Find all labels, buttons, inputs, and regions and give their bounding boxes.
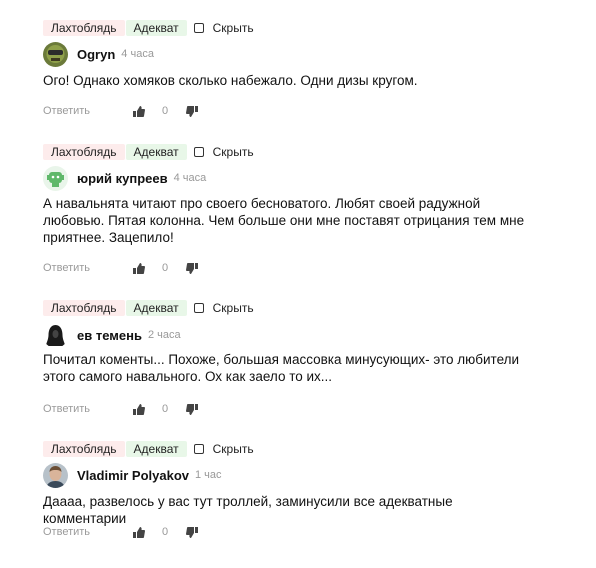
hide-checkbox[interactable] [193, 23, 204, 33]
thumbs-down-icon[interactable] [186, 403, 199, 416]
reply-button[interactable]: Ответить [43, 526, 132, 538]
author-row: Ogryn 4 часа [43, 41, 154, 67]
tag-lakhtoblyad[interactable]: Лахтоблядь [43, 300, 125, 316]
comment-time[interactable]: 2 часа [148, 329, 181, 341]
vote-count: 0 [162, 262, 169, 274]
tag-lakhtoblyad[interactable]: Лахтоблядь [43, 441, 125, 457]
author-name[interactable]: ев темень [77, 328, 142, 343]
comment-time[interactable]: 1 час [195, 469, 222, 481]
comment-text: Даааа, развелось у вас тут троллей, зами… [43, 494, 453, 526]
tag-adekvat[interactable]: Адекват [125, 441, 187, 457]
comment-actions: Ответить 0 [43, 524, 199, 540]
reply-button[interactable]: Ответить [43, 105, 132, 117]
tag-adekvat[interactable]: Адекват [125, 20, 187, 36]
comment-actions: Ответить 0 [43, 260, 199, 276]
hide-checkbox[interactable] [193, 444, 204, 454]
author-name[interactable]: юрий купреев [77, 171, 168, 186]
thumbs-up-icon[interactable] [132, 105, 145, 118]
photo-avatar[interactable] [43, 462, 68, 488]
author-name[interactable]: Ogryn [77, 47, 115, 62]
thumbs-down-icon[interactable] [186, 526, 199, 539]
thumbs-up-icon[interactable] [132, 262, 145, 275]
hide-label[interactable]: Скрыть [213, 301, 254, 315]
reply-button[interactable]: Ответить [43, 403, 132, 415]
hooded-figure-avatar[interactable] [43, 322, 68, 348]
comment-tag-bar: Лахтоблядь Адекват Скрыть [43, 20, 254, 36]
tag-lakhtoblyad[interactable]: Лахтоблядь [43, 144, 125, 160]
vote-count: 0 [162, 105, 169, 117]
comment-time[interactable]: 4 часа [174, 172, 207, 184]
thumbs-up-icon[interactable] [132, 403, 145, 416]
ogryn-avatar[interactable] [43, 41, 68, 67]
author-name[interactable]: Vladimir Polyakov [77, 468, 189, 483]
comment-tag-bar: Лахтоблядь Адекват Скрыть [43, 300, 254, 316]
comment-text: Ого! Однако хомяков сколько набежало. Од… [43, 73, 418, 88]
hide-checkbox[interactable] [193, 147, 204, 157]
green-robot-avatar[interactable] [43, 165, 68, 191]
tag-lakhtoblyad[interactable]: Лахтоблядь [43, 20, 125, 36]
comment-time[interactable]: 4 часа [121, 48, 154, 60]
thumbs-down-icon[interactable] [186, 105, 199, 118]
vote-count: 0 [162, 526, 169, 538]
author-row: ев темень 2 часа [43, 322, 181, 348]
author-row: юрий купреев 4 часа [43, 165, 206, 191]
hide-checkbox[interactable] [193, 303, 204, 313]
tag-adekvat[interactable]: Адекват [125, 144, 187, 160]
thumbs-down-icon[interactable] [186, 262, 199, 275]
comment-actions: Ответить 0 [43, 103, 199, 119]
comment-tag-bar: Лахтоблядь Адекват Скрыть [43, 441, 254, 457]
comment-text: А навальнята читают про своего бесновато… [43, 196, 525, 245]
comment-actions: Ответить 0 [43, 401, 199, 417]
hide-label[interactable]: Скрыть [213, 145, 254, 159]
comment-tag-bar: Лахтоблядь Адекват Скрыть [43, 144, 254, 160]
tag-adekvat[interactable]: Адекват [125, 300, 187, 316]
vote-count: 0 [162, 403, 169, 415]
author-row: Vladimir Polyakov 1 час [43, 462, 222, 488]
hide-label[interactable]: Скрыть [213, 442, 254, 456]
reply-button[interactable]: Ответить [43, 262, 132, 274]
comment-text: Почитал коменты... Похоже, большая массо… [43, 352, 520, 384]
hide-label[interactable]: Скрыть [213, 21, 254, 35]
thumbs-up-icon[interactable] [132, 526, 145, 539]
